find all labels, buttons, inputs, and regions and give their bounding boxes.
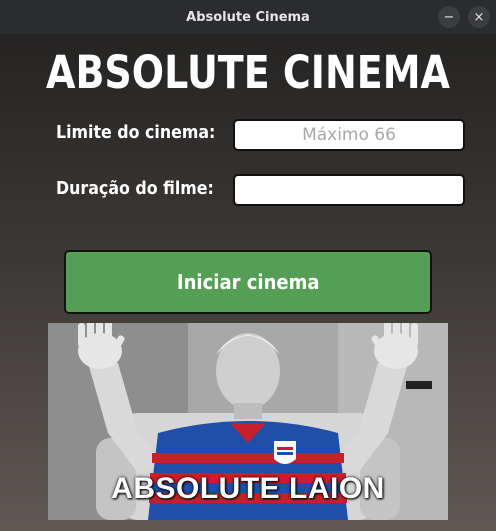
close-button[interactable]: ×: [468, 6, 490, 28]
limit-label: Limite do cinema:: [56, 122, 216, 143]
duration-input[interactable]: [233, 174, 465, 206]
meme-caption: ABSOLUTE LAION: [111, 472, 385, 505]
limit-input[interactable]: [233, 119, 465, 151]
start-cinema-button[interactable]: Iniciar cinema: [64, 250, 432, 314]
app-window: Absolute Cinema − × ABSOLUTE CINEMA Limi…: [0, 0, 496, 531]
meme-image: ABSOLUTE LAION: [48, 323, 448, 520]
main-content: ABSOLUTE CINEMA Limite do cinema: Duraçã…: [0, 34, 496, 531]
app-heading: ABSOLUTE CINEMA: [46, 46, 450, 99]
close-icon: ×: [473, 9, 485, 25]
minimize-icon: −: [443, 9, 455, 25]
start-cinema-label: Iniciar cinema: [176, 270, 320, 294]
title-bar[interactable]: Absolute Cinema − ×: [0, 0, 496, 34]
minimize-button[interactable]: −: [438, 6, 460, 28]
window-title: Absolute Cinema: [186, 9, 310, 25]
duration-label: Duração do filme:: [56, 178, 214, 199]
